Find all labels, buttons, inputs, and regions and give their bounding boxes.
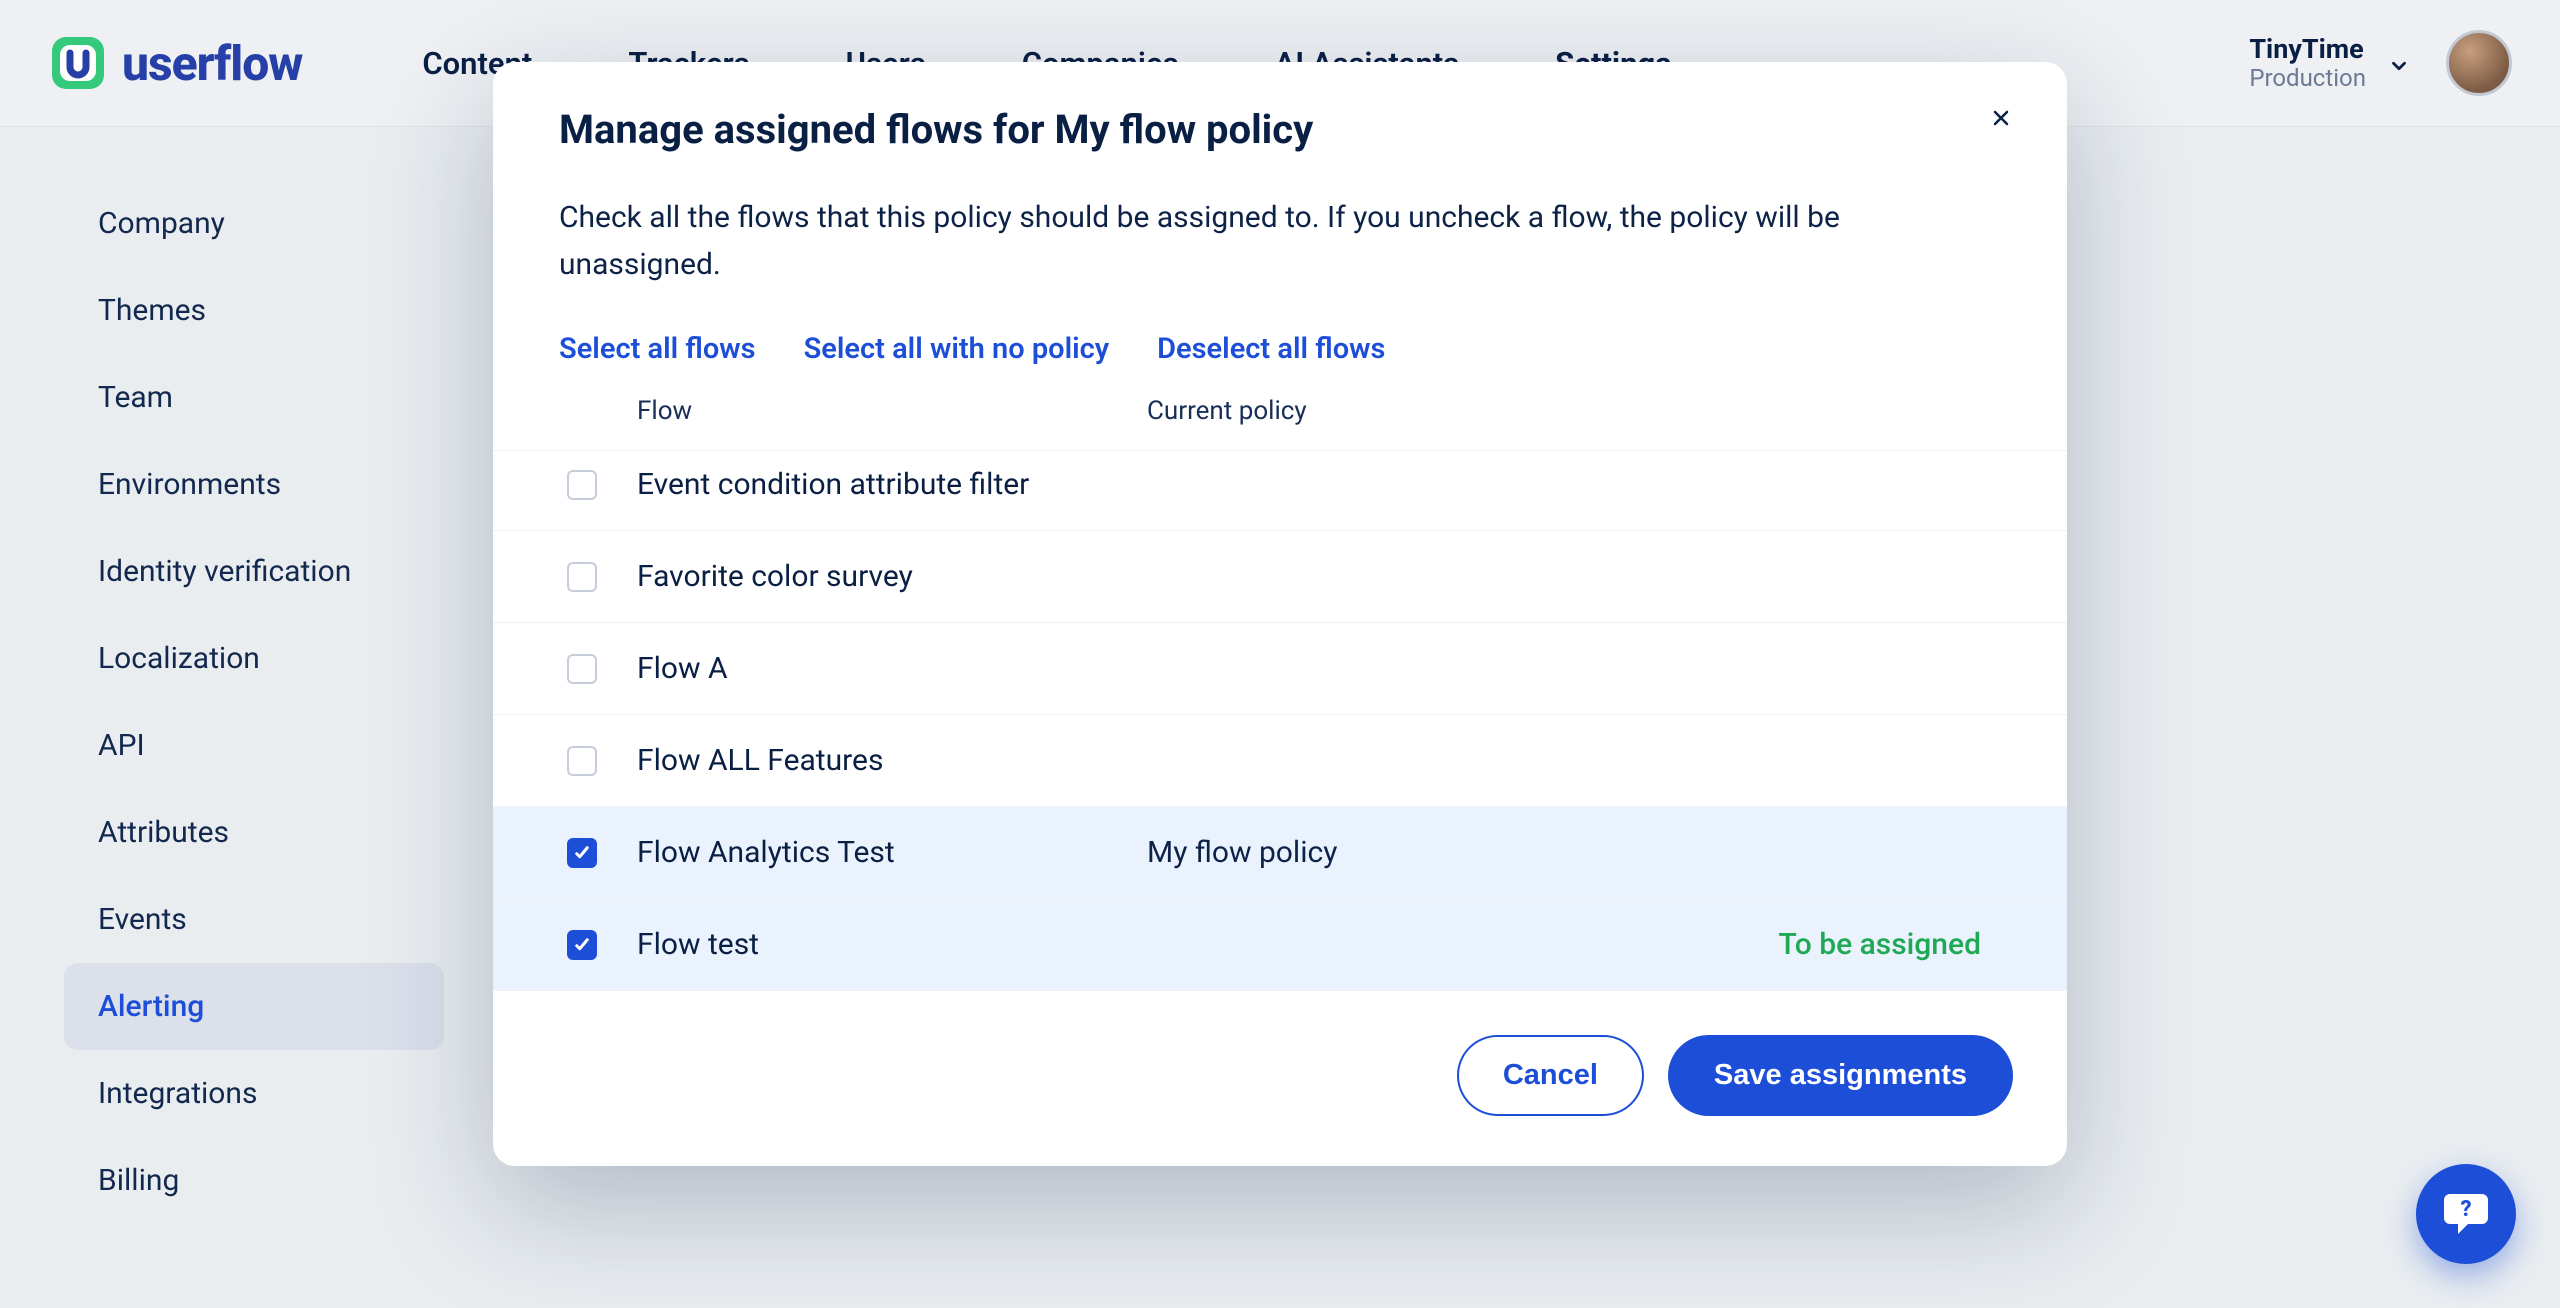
sidebar-item-attributes[interactable]: Attributes [64,789,444,876]
flow-name: Flow Analytics Test [637,835,1147,870]
sidebar-item-environments[interactable]: Environments [64,441,444,528]
modal-description: Check all the flows that this policy sho… [493,153,1933,288]
flow-name: Flow test [637,927,1147,962]
flow-name: Event condition attribute filter [637,467,1147,502]
sidebar-item-alerting[interactable]: Alerting [64,963,444,1050]
flow-row[interactable]: Flow Analytics Test My flow policy [493,807,2067,899]
flow-checkbox[interactable] [567,838,597,868]
close-button[interactable] [1979,98,2023,142]
sidebar-item-integrations[interactable]: Integrations [64,1050,444,1137]
sidebar-item-themes[interactable]: Themes [64,267,444,354]
sidebar-item-identity-verification[interactable]: Identity verification [64,528,444,615]
cancel-button[interactable]: Cancel [1457,1035,1644,1116]
brand-name: userflow [122,35,302,92]
workspace-env: Production [2249,65,2366,93]
flow-checkbox[interactable] [567,562,597,592]
flow-checkbox[interactable] [567,654,597,684]
flow-row[interactable]: Flow test To be assigned [493,899,2067,991]
flow-name: Favorite color survey [637,559,1147,594]
flow-checkbox[interactable] [567,930,597,960]
save-assignments-button[interactable]: Save assignments [1668,1035,2013,1116]
flow-row[interactable]: Flow A [493,623,2067,715]
avatar[interactable] [2446,30,2512,96]
modal-footer: Cancel Save assignments [493,991,2067,1158]
sidebar-item-localization[interactable]: Localization [64,615,444,702]
flow-status: To be assigned [1747,927,2033,962]
col-flow: Flow [637,396,1147,426]
topbar-right: TinyTime Production [2249,30,2512,96]
brand-logo[interactable]: userflow [48,33,302,93]
workspace-name: TinyTime [2249,34,2366,65]
manage-flows-modal: Manage assigned flows for My flow policy… [493,62,2067,1166]
bulk-actions: Select all flows Select all with no poli… [493,288,2067,366]
help-icon: ? [2440,1186,2492,1242]
sidebar-item-api[interactable]: API [64,702,444,789]
sidebar-item-team[interactable]: Team [64,354,444,441]
deselect-all-flows-link[interactable]: Deselect all flows [1157,332,1385,366]
sidebar-item-billing[interactable]: Billing [64,1137,444,1224]
flow-checkbox[interactable] [567,470,597,500]
settings-sidebar: Company Themes Team Environments Identit… [64,180,444,1224]
flow-checkbox[interactable] [567,746,597,776]
select-all-flows-link[interactable]: Select all flows [559,332,756,366]
flow-name: Flow A [637,651,1147,686]
table-header: Flow Current policy [493,366,2067,450]
sidebar-item-events[interactable]: Events [64,876,444,963]
flow-rows: Event condition attribute filter Favorit… [493,450,2067,991]
workspace-switcher[interactable]: TinyTime Production [2249,34,2410,93]
col-policy: Current policy [1147,396,1747,426]
close-icon [1989,103,2013,138]
flow-row[interactable]: Flow ALL Features [493,715,2067,807]
logo-icon [48,33,108,93]
flow-name: Flow ALL Features [637,743,1147,778]
modal-title: Manage assigned flows for My flow policy [559,106,2001,153]
chevron-down-icon [2388,52,2410,74]
flow-policy: My flow policy [1147,835,1747,870]
flow-row[interactable]: Favorite color survey [493,531,2067,623]
select-no-policy-link[interactable]: Select all with no policy [804,332,1110,366]
sidebar-item-company[interactable]: Company [64,180,444,267]
svg-text:?: ? [2460,1197,2471,1222]
flow-row[interactable]: Event condition attribute filter [493,450,2067,531]
help-bubble[interactable]: ? [2416,1164,2516,1264]
